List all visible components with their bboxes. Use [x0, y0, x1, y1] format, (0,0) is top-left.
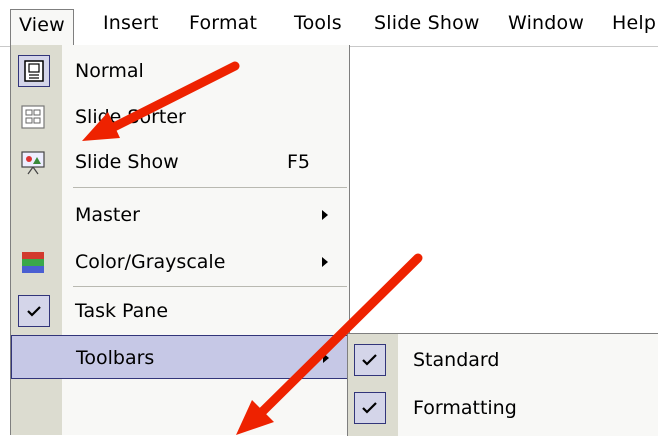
check-icon: [354, 344, 386, 376]
color-grayscale-icon: [20, 249, 46, 275]
view-menu-dropdown: Normal Slide Sorter Slide Show F5 Master…: [10, 45, 350, 435]
menu-item-master[interactable]: Master: [11, 193, 349, 237]
menu-item-label: Task Pane: [75, 300, 169, 322]
menu-help[interactable]: Help: [612, 8, 656, 38]
submenu-arrow-icon: [322, 210, 328, 220]
submenu-item-label: Formatting: [413, 397, 517, 419]
menu-item-color-grayscale[interactable]: Color/Grayscale: [11, 240, 349, 284]
menu-item-label: Slide Show: [75, 151, 179, 173]
submenu-arrow-icon: [322, 257, 328, 267]
menu-item-normal[interactable]: Normal: [11, 49, 349, 93]
menu-item-label: Master: [75, 204, 140, 226]
menu-view[interactable]: View: [10, 9, 74, 47]
menu-separator: [73, 286, 347, 287]
menu-item-slide-show[interactable]: Slide Show F5: [11, 140, 349, 184]
submenu-arrow-icon: [323, 353, 329, 363]
menu-window[interactable]: Window: [508, 8, 584, 38]
slide-show-icon: [20, 149, 46, 175]
menu-tools[interactable]: Tools: [294, 8, 342, 38]
check-icon: [18, 295, 50, 327]
submenu-item-formatting[interactable]: Formatting: [348, 384, 658, 432]
check-icon: [354, 392, 386, 424]
menu-item-label: Color/Grayscale: [75, 251, 226, 273]
menu-item-slide-sorter[interactable]: Slide Sorter: [11, 95, 349, 139]
menu-item-toolbars[interactable]: Toolbars: [11, 335, 349, 379]
normal-view-icon: [18, 55, 50, 87]
menu-item-label: Slide Sorter: [75, 106, 186, 128]
menu-slide-show[interactable]: Slide Show: [374, 8, 480, 38]
toolbars-submenu: Standard Formatting: [347, 333, 658, 436]
menu-format[interactable]: Format: [189, 8, 257, 38]
submenu-item-standard[interactable]: Standard: [348, 336, 658, 384]
menu-bar: View Insert Format Tools Slide Show Wind…: [0, 0, 658, 47]
menu-item-label: Toolbars: [76, 347, 155, 369]
menu-item-task-pane[interactable]: Task Pane: [11, 289, 349, 333]
menu-insert[interactable]: Insert: [103, 8, 159, 38]
submenu-item-label: Standard: [413, 349, 500, 371]
menu-separator: [73, 187, 347, 188]
shortcut-label: F5: [287, 151, 311, 173]
menu-item-label: Normal: [75, 60, 144, 82]
slide-sorter-icon: [20, 104, 46, 130]
